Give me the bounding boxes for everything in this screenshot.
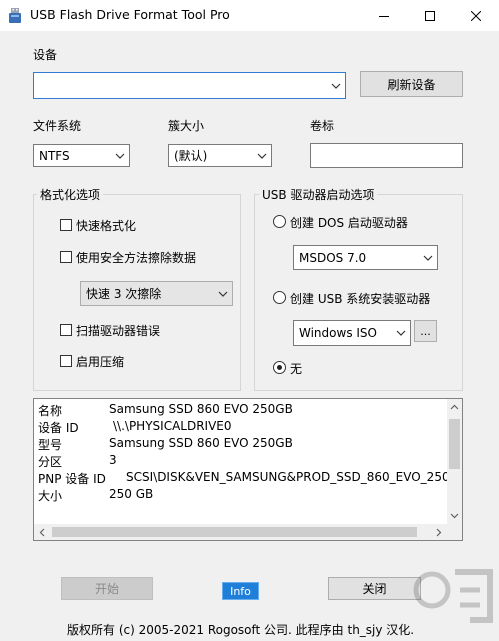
volume-label-input[interactable] <box>310 143 463 168</box>
watermark-logo <box>410 560 495 638</box>
close-button[interactable]: 关闭 <box>328 577 421 600</box>
no-boot-radio[interactable] <box>273 361 286 374</box>
info-row: 分区 3 <box>38 453 117 470</box>
compression-label[interactable]: 启用压缩 <box>76 353 124 370</box>
usb-drive-icon <box>8 8 22 23</box>
info-key: 型号 <box>38 438 63 452</box>
chevron-down-icon <box>218 291 228 297</box>
quick-format-label[interactable]: 快速格式化 <box>76 217 136 234</box>
info-value: \\.\PHYSICALDRIVE0 <box>113 419 232 433</box>
info-key: 大小 <box>38 489 63 503</box>
scroll-right-icon[interactable] <box>436 528 442 537</box>
scroll-up-icon[interactable] <box>450 404 459 410</box>
scan-errors-label[interactable]: 扫描驱动器错误 <box>76 322 160 339</box>
erase-mode-select-value: 快速 3 次擦除 <box>86 287 162 301</box>
device-label: 设备 <box>33 48 58 62</box>
dos-boot-radio[interactable] <box>273 215 286 228</box>
info-row: 设备 ID \\.\PHYSICALDRIVE0 <box>38 419 232 436</box>
no-boot-label[interactable]: 无 <box>290 360 302 377</box>
vertical-scroll-thumb[interactable] <box>449 419 460 469</box>
erase-mode-select: 快速 3 次擦除 <box>80 281 233 306</box>
minimize-icon <box>378 15 389 17</box>
close-icon <box>470 10 481 21</box>
maximize-icon <box>424 10 435 21</box>
info-row: 名称 Samsung SSD 860 EVO 250GB <box>38 402 293 419</box>
format-options-title: 格式化选项 <box>37 186 104 203</box>
scan-errors-checkbox[interactable] <box>60 324 72 336</box>
info-button[interactable]: Info <box>222 582 259 600</box>
chevron-down-icon <box>115 153 125 159</box>
info-key: 分区 <box>38 455 63 469</box>
horizontal-scroll-thumb[interactable] <box>52 527 417 537</box>
filesystem-label: 文件系统 <box>33 119 82 133</box>
chevron-down-icon <box>423 255 433 261</box>
browse-iso-button[interactable]: ... <box>414 320 437 342</box>
boot-options-title: USB 驱动器启动选项 <box>259 186 378 203</box>
filesystem-select[interactable]: NTFS <box>33 144 130 167</box>
refresh-devices-button[interactable]: 刷新设备 <box>360 71 463 97</box>
secure-erase-label[interactable]: 使用安全方法擦除数据 <box>76 249 196 266</box>
dos-boot-label[interactable]: 创建 DOS 启动驱动器 <box>290 214 408 231</box>
cluster-size-select[interactable]: (默认) <box>168 144 272 167</box>
iso-type-select-value: Windows ISO <box>299 326 377 340</box>
cluster-size-select-value: (默认) <box>174 149 208 163</box>
dos-version-select-value: MSDOS 7.0 <box>299 250 367 265</box>
info-value: SCSI\DISK&VEN_SAMSUNG&PROD_SSD_860_EVO_2… <box>126 470 459 484</box>
iso-type-select[interactable]: Windows ISO <box>293 320 411 346</box>
compression-checkbox[interactable] <box>60 355 72 367</box>
radio-selected-dot <box>277 365 282 370</box>
info-row: PNP 设备 ID SCSI\DISK&VEN_SAMSUNG&PROD_SSD_… <box>38 470 459 487</box>
vertical-scrollbar[interactable] <box>447 399 462 524</box>
info-key: 设备 ID <box>38 421 79 435</box>
scroll-down-icon[interactable] <box>450 513 459 519</box>
cluster-size-label: 簇大小 <box>168 119 205 133</box>
chevron-down-icon <box>396 330 406 336</box>
info-row: 型号 Samsung SSD 860 EVO 250GB <box>38 436 293 453</box>
info-value: 3 <box>109 453 117 467</box>
chevron-down-icon <box>257 153 267 159</box>
usb-install-label[interactable]: 创建 USB 系统安装驱动器 <box>290 290 430 307</box>
info-value: Samsung SSD 860 EVO 250GB <box>109 436 293 450</box>
title-bar: USB Flash Drive Format Tool Pro <box>0 0 499 31</box>
info-value: Samsung SSD 860 EVO 250GB <box>109 402 293 416</box>
copyright-footer: 版权所有 (c) 2005-2021 Rogosoft 公司. 此程序由 th_… <box>67 623 415 637</box>
dos-version-select[interactable]: MSDOS 7.0 <box>293 245 438 270</box>
info-key: 名称 <box>38 404 63 418</box>
quick-format-checkbox[interactable] <box>60 219 72 231</box>
info-value: 250 GB <box>109 487 154 501</box>
info-key: PNP 设备 ID <box>38 472 106 486</box>
chevron-down-icon <box>331 83 341 89</box>
filesystem-select-value: NTFS <box>39 148 70 163</box>
usb-install-radio[interactable] <box>273 291 286 304</box>
scrollbar-corner <box>447 524 462 540</box>
horizontal-scrollbar[interactable] <box>34 524 447 540</box>
start-button[interactable]: 开始 <box>61 577 153 600</box>
device-info-panel[interactable]: 名称 Samsung SSD 860 EVO 250GB 设备 ID \\.\PHYS… <box>33 398 463 541</box>
volume-label-label: 卷标 <box>310 119 335 133</box>
info-row: 大小 250 GB <box>38 487 153 504</box>
window-title: USB Flash Drive Format Tool Pro <box>30 7 230 22</box>
secure-erase-checkbox[interactable] <box>60 251 72 263</box>
device-select[interactable] <box>33 72 346 99</box>
close-window-button[interactable] <box>453 0 498 31</box>
minimize-button[interactable] <box>361 0 406 31</box>
scroll-left-icon[interactable] <box>39 528 45 537</box>
maximize-button[interactable] <box>407 0 452 31</box>
